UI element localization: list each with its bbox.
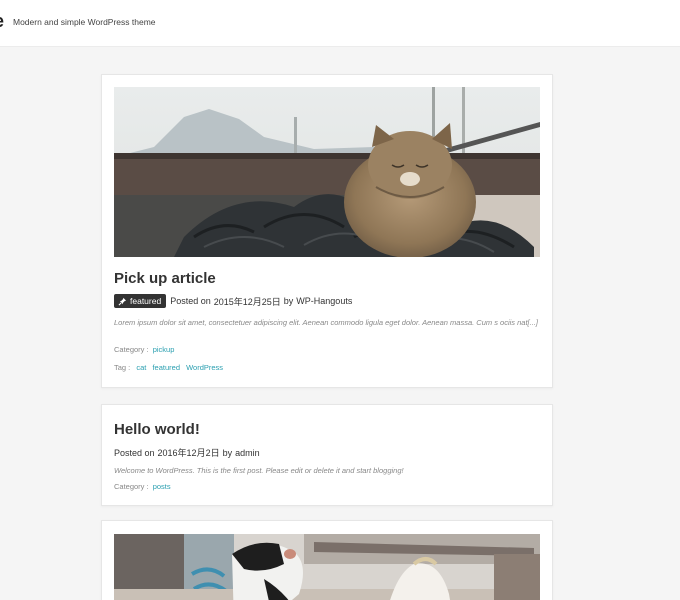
pin-icon	[118, 297, 127, 305]
post-meta: Posted on 2016年12月2日 by admin	[114, 446, 260, 459]
post-thumbnail[interactable]	[114, 87, 540, 257]
post-card-hello-world: Hello world! Posted on 2016年12月2日 by adm…	[101, 404, 553, 506]
post-thumbnail[interactable]	[114, 534, 540, 600]
cats-photo-icon	[114, 534, 540, 600]
category-label: Category :	[114, 482, 149, 491]
category-link[interactable]: posts	[153, 482, 171, 491]
site-description: Modern and simple WordPress theme	[13, 17, 156, 27]
post-excerpt: Welcome to WordPress. This is the first …	[114, 466, 404, 475]
post-card-pickup: Pick up article featured Posted on 2015年…	[101, 74, 553, 388]
by-label: by	[283, 296, 294, 306]
post-title[interactable]: Hello world!	[114, 421, 200, 438]
tag-label: Tag :	[114, 363, 131, 372]
post-title[interactable]: Pick up article	[114, 270, 216, 287]
post-tags: Tag : cat featured WordPress	[114, 363, 223, 372]
post-card-third	[101, 520, 553, 600]
site-header: e Modern and simple WordPress theme	[0, 0, 680, 47]
post-date[interactable]: 2016年12月2日	[158, 446, 220, 459]
tag-link-featured[interactable]: featured	[152, 363, 180, 372]
tag-link-cat[interactable]: cat	[136, 363, 146, 372]
cat-photo-icon	[114, 87, 540, 257]
post-excerpt: Lorem ipsum dolor sit amet, consectetuer…	[114, 318, 538, 327]
category-label: Category :	[114, 345, 149, 354]
featured-badge: featured	[114, 294, 167, 308]
post-author[interactable]: WP-Hangouts	[296, 296, 352, 306]
post-author[interactable]: admin	[235, 448, 260, 458]
by-label: by	[222, 447, 233, 458]
featured-badge-label: featured	[130, 296, 162, 306]
tag-link-wordpress[interactable]: WordPress	[186, 363, 223, 372]
posted-on-label: Posted on	[170, 296, 211, 306]
post-categories: Category : pickup	[114, 345, 174, 354]
category-link[interactable]: pickup	[153, 345, 175, 354]
post-date[interactable]: 2015年12月25日	[214, 295, 281, 308]
post-categories: Category : posts	[114, 482, 171, 491]
posted-on-label: Posted on	[114, 447, 155, 458]
site-title[interactable]: e	[0, 11, 4, 32]
post-meta: featured Posted on 2015年12月25日 by WP-Han…	[114, 294, 352, 308]
